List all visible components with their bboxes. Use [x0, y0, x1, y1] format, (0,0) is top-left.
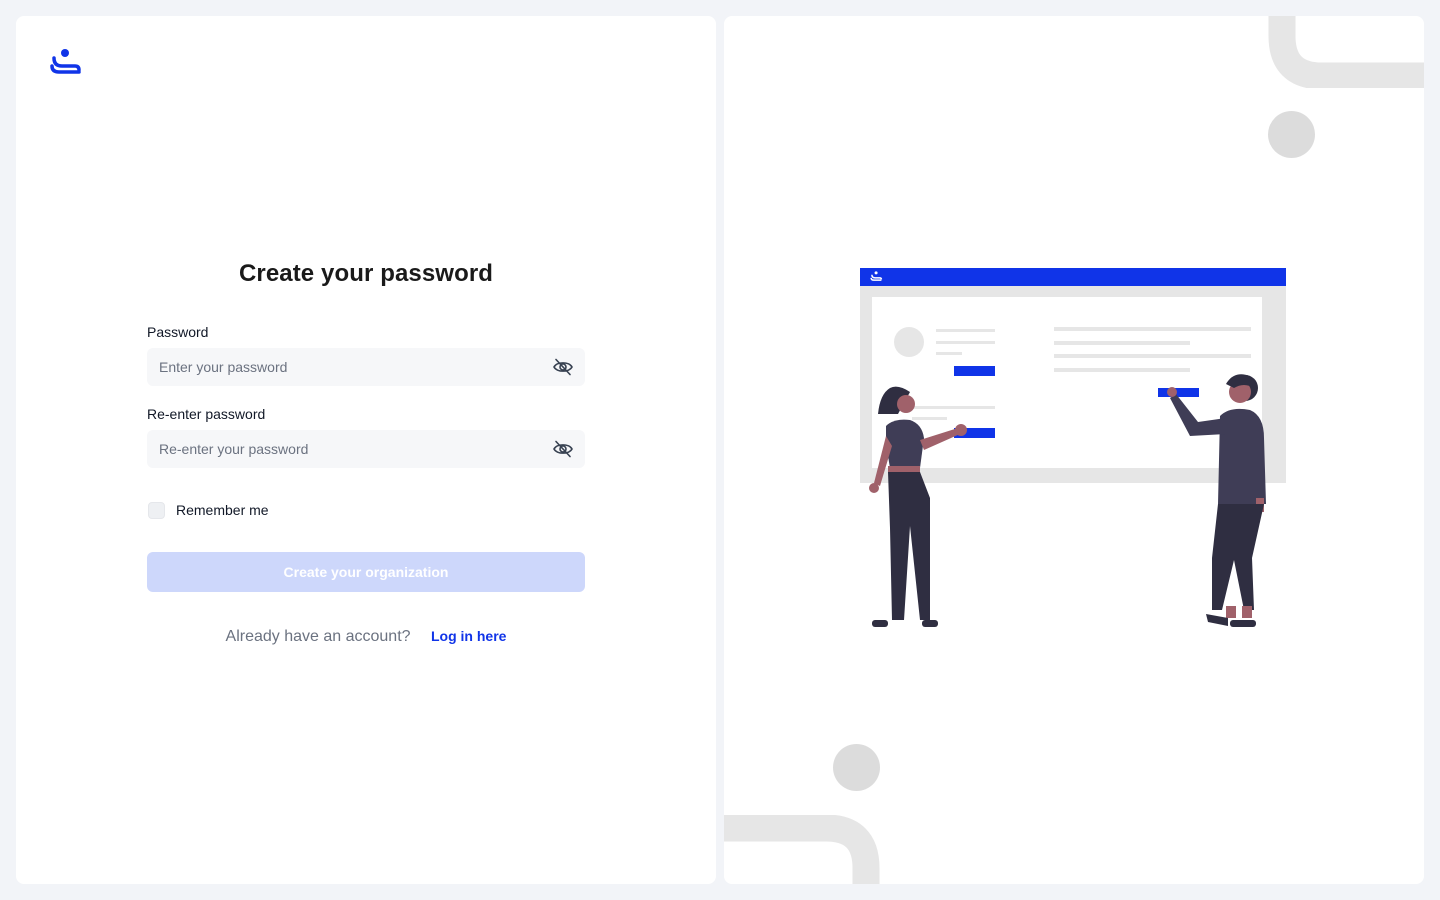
eye-off-icon[interactable]	[553, 440, 573, 458]
remember-me-checkbox[interactable]	[148, 501, 165, 519]
login-link[interactable]: Log in here	[431, 628, 506, 644]
confirm-password-label: Re-enter password	[147, 406, 266, 422]
page-title: Create your password	[238, 260, 494, 287]
login-prompt: Already have an account? Log in here	[147, 626, 585, 646]
confirm-password-field-wrap	[147, 430, 585, 468]
decorative-arc-bottom	[724, 815, 880, 884]
remember-me-row: Remember me	[147, 500, 585, 520]
create-organization-button[interactable]: Create your organization	[147, 552, 585, 592]
decorative-arc-top	[1268, 16, 1424, 88]
password-input[interactable]	[147, 348, 585, 386]
decorative-circle-top	[1268, 111, 1315, 158]
onboarding-illustration	[860, 268, 1286, 627]
eye-off-icon[interactable]	[553, 358, 573, 376]
form-panel: Create your password Password Re-enter p…	[16, 16, 716, 884]
password-label: Password	[147, 324, 209, 340]
illustration-panel	[724, 16, 1424, 884]
password-field-wrap	[147, 348, 585, 386]
create-password-form: Create your password Password Re-enter p…	[147, 254, 585, 646]
login-prompt-text: Already have an account?	[225, 628, 411, 645]
confirm-password-input[interactable]	[147, 430, 585, 468]
brand-logo-icon	[50, 49, 81, 74]
decorative-circle-bottom	[833, 744, 880, 791]
remember-me-label: Remember me	[176, 502, 269, 518]
